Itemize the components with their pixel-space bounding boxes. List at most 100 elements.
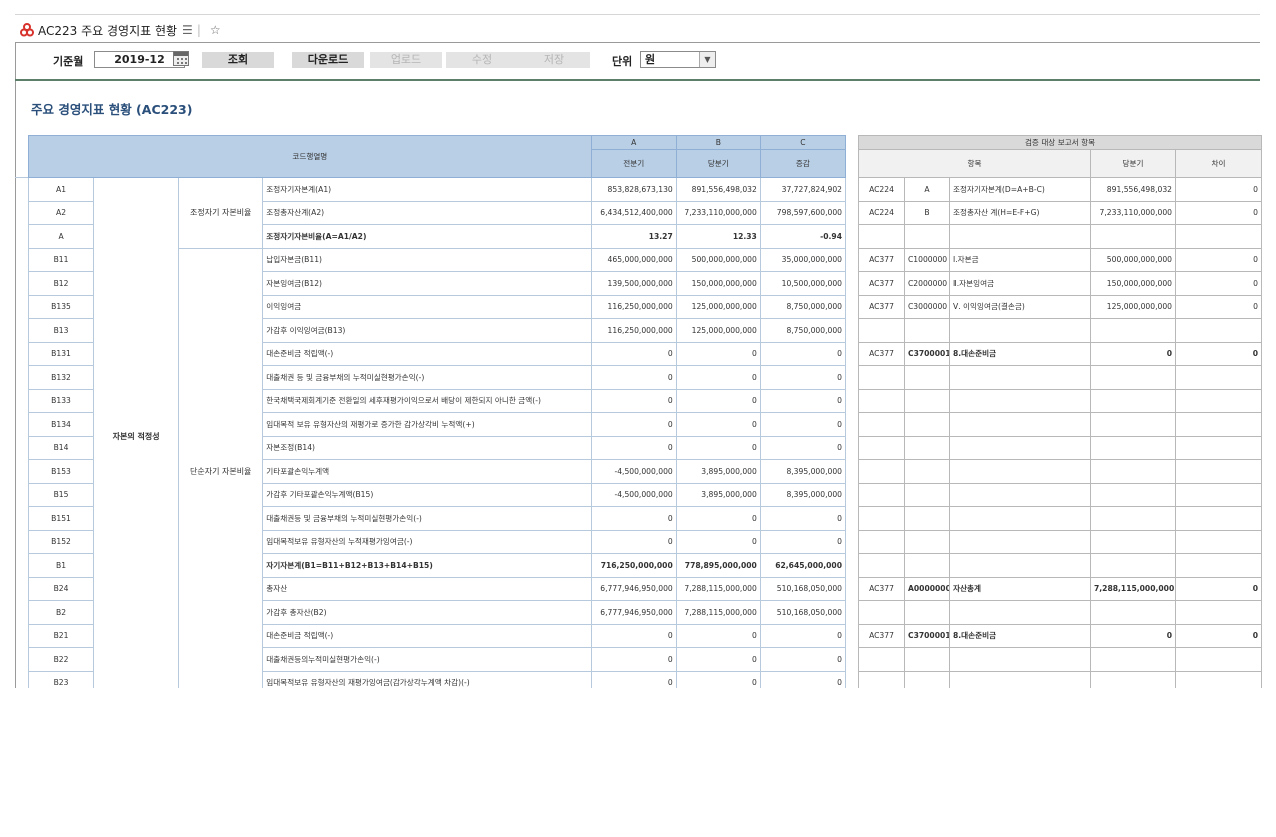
side-diff-value: [1174, 600, 1263, 625]
row-value-c: 8,750,000,000: [759, 318, 847, 343]
row-name: 총자산: [262, 576, 592, 601]
row-code: B153: [27, 459, 95, 484]
unit-select[interactable]: 원 ▼: [640, 51, 716, 68]
side-table-row[interactable]: [858, 647, 1263, 672]
side-current-value: [1090, 459, 1176, 484]
side-report-code: [858, 224, 905, 249]
row-value-a: 13.27: [590, 224, 677, 249]
side-table-row[interactable]: [858, 553, 1263, 578]
code-header: 코드행열명: [28, 135, 592, 178]
side-diff-value: [1174, 388, 1263, 413]
side-current-value: 0: [1090, 623, 1176, 648]
side-current-value: 7,233,110,000,000: [1090, 200, 1176, 225]
side-table-row[interactable]: [858, 435, 1263, 460]
side-report-code: AC377: [858, 341, 905, 366]
side-diff-value: 0: [1174, 294, 1263, 319]
side-account-code: A0000000: [904, 576, 950, 601]
side-table-row[interactable]: [858, 318, 1263, 343]
col-a-subheader: 전분기: [590, 149, 677, 178]
group-level2-simple: 단순자기 자본비율: [178, 247, 264, 688]
row-name: 임대목적보유 유형자산의 누적재평가잉여금(-): [262, 529, 592, 554]
side-table-row[interactable]: AC377 C3700001 8.대손준비금 0 0: [858, 341, 1263, 366]
row-code: B24: [27, 576, 95, 601]
chevron-down-icon[interactable]: ▼: [699, 52, 715, 67]
col-b-subheader: 당분기: [675, 149, 761, 178]
row-name: 조정자기자본비율(A=A1/A2): [262, 224, 592, 249]
side-item-header: 항목: [858, 149, 1091, 178]
side-table-row[interactable]: [858, 459, 1263, 484]
row-value-a: 139,500,000,000: [590, 271, 677, 296]
row-value-c: 798,597,600,000: [759, 200, 847, 225]
row-name: 대출채권 등 및 금융부채의 누적미실현평가손익(-): [262, 365, 592, 390]
side-table-row[interactable]: [858, 482, 1263, 507]
side-current-value: [1090, 318, 1176, 343]
side-table-row[interactable]: AC224 A 조정자기자본계(D=A+B-C) 891,556,498,032 0: [858, 177, 1263, 202]
side-table-row[interactable]: [858, 224, 1263, 249]
side-table-row[interactable]: AC377 C3000000 Ⅴ. 이익잉여금(결손금) 125,000,000,00…: [858, 294, 1263, 319]
side-diff-value: [1174, 318, 1263, 343]
side-report-code: [858, 482, 905, 507]
side-current-value: [1090, 482, 1176, 507]
row-code: B11: [27, 247, 95, 272]
row-name: 대손준비금 적립액(-): [262, 341, 592, 366]
row-value-a: -4,500,000,000: [590, 482, 677, 507]
row-name: 자본조정(B14): [262, 435, 592, 460]
side-table-row[interactable]: [858, 412, 1263, 437]
upload-button[interactable]: 업로드: [370, 52, 442, 68]
row-value-a: 0: [590, 412, 677, 437]
side-table-row[interactable]: [858, 670, 1263, 688]
side-table-row[interactable]: AC377 C3700001 8.대손준비금 0 0: [858, 623, 1263, 648]
side-item-name: [949, 553, 1091, 578]
side-current-value: 125,000,000,000: [1090, 294, 1176, 319]
row-value-a: 0: [590, 670, 677, 688]
row-value-c: 62,645,000,000: [759, 553, 847, 578]
row-code: B15: [27, 482, 95, 507]
side-table-row[interactable]: [858, 506, 1263, 531]
download-button[interactable]: 다운로드: [292, 52, 364, 68]
toolbar-bottom-border: [15, 79, 1260, 81]
row-code: B132: [27, 365, 95, 390]
row-value-a: 0: [590, 388, 677, 413]
side-current-value: 0: [1090, 341, 1176, 366]
side-report-code: [858, 600, 905, 625]
side-item-name: Ⅰ.자본금: [949, 247, 1091, 272]
side-table-row[interactable]: AC377 A0000000 자산총계 7,288,115,000,000 0: [858, 576, 1263, 601]
side-account-code: C2000000: [904, 271, 950, 296]
side-diff-value: [1174, 459, 1263, 484]
save-button[interactable]: 저장: [518, 52, 590, 68]
side-account-code: [904, 365, 950, 390]
side-table-row[interactable]: AC377 C2000000 Ⅱ.자본잉여금 150,000,000,000 0: [858, 271, 1263, 296]
row-name: 조정자기자본계(A1): [262, 177, 592, 202]
row-value-a: 0: [590, 647, 677, 672]
layers-icon[interactable]: ☰: [182, 23, 193, 37]
side-table-row[interactable]: [858, 600, 1263, 625]
row-code: B133: [27, 388, 95, 413]
side-table-row[interactable]: AC377 C1000000 Ⅰ.자본금 500,000,000,000 0: [858, 247, 1263, 272]
edit-button[interactable]: 수정: [446, 52, 518, 68]
side-item-name: 조정총자산 계(H=E-F+G): [949, 200, 1091, 225]
calendar-icon[interactable]: [173, 51, 189, 66]
row-value-c: 510,168,050,000: [759, 600, 847, 625]
period-input[interactable]: 2019-12: [94, 51, 185, 68]
row-value-a: 0: [590, 341, 677, 366]
side-diff-value: [1174, 647, 1263, 672]
favorite-star-icon[interactable]: ☆: [210, 23, 221, 37]
side-account-code: [904, 412, 950, 437]
row-name: 대출채권등 및 금융부채의 누적미실현평가손익(-): [262, 506, 592, 531]
row-value-a: 0: [590, 506, 677, 531]
row-name: 임대목적보유 유형자산의 재평가잉여금(감가상각누계액 차감)(-): [262, 670, 592, 688]
row-value-a: 6,434,512,400,000: [590, 200, 677, 225]
side-account-code: C3000000: [904, 294, 950, 319]
grid-viewport[interactable]: 코드행열명 A B C 전분기 당분기 증감 A1 자본의 적정성 조정자기 자본비율 조정자기자본…: [16, 135, 1276, 688]
row-value-b: 125,000,000,000: [675, 294, 761, 319]
side-account-code: C3700001: [904, 341, 950, 366]
row-value-b: 0: [675, 647, 761, 672]
search-button[interactable]: 조회: [202, 52, 274, 68]
table-row[interactable]: A1 자본의 적정성 조정자기 자본비율 조정자기자본계(A1) 853,828,673…: [27, 177, 847, 688]
side-table-row[interactable]: [858, 365, 1263, 390]
side-table-row[interactable]: AC224 B 조정총자산 계(H=E-F+G) 7,233,110,000,000 0: [858, 200, 1263, 225]
side-table-row[interactable]: [858, 388, 1263, 413]
side-current-value: 7,288,115,000,000: [1090, 576, 1176, 601]
side-account-code: [904, 435, 950, 460]
side-table-row[interactable]: [858, 529, 1263, 554]
